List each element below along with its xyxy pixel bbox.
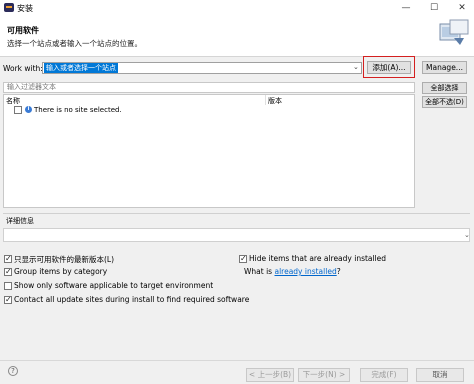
show-applicable-label[interactable]: Show only software applicable to target … xyxy=(14,281,213,290)
what-is-prefix: What is xyxy=(244,267,273,276)
group-by-category-checkbox[interactable] xyxy=(4,267,12,276)
already-installed-link[interactable]: already installed xyxy=(274,267,336,276)
footer-divider xyxy=(0,360,474,361)
group-by-category-label[interactable]: Group items by category xyxy=(14,267,107,276)
details-label: 详细信息 xyxy=(6,217,34,225)
filter-input[interactable]: 输入过滤器文本 xyxy=(3,82,415,93)
what-is-suffix: ? xyxy=(336,267,341,276)
table-row-label[interactable]: There is no site selected. xyxy=(34,106,122,114)
close-button[interactable]: ✕ xyxy=(452,1,472,15)
info-icon: i xyxy=(25,106,32,113)
show-latest-checkbox[interactable] xyxy=(4,254,12,263)
details-text-area[interactable] xyxy=(3,228,470,242)
eclipse-app-icon xyxy=(4,3,14,12)
install-wizard-icon xyxy=(439,19,469,45)
help-icon[interactable]: ? xyxy=(8,366,18,376)
select-all-button[interactable]: 全部选择 xyxy=(422,82,467,94)
page-title: 可用软件 xyxy=(7,26,39,35)
minimize-button[interactable]: — xyxy=(396,1,416,15)
finish-button[interactable]: 完成(F) xyxy=(360,368,408,382)
next-button[interactable]: 下一步(N) > xyxy=(298,368,350,382)
highlight-box xyxy=(363,56,415,78)
what-is-installed-text: What is already installed? xyxy=(244,267,341,276)
contact-sites-label[interactable]: Contact all update sites during install … xyxy=(14,295,249,304)
page-description: 选择一个站点或者输入一个站点的位置。 xyxy=(7,39,142,48)
show-latest-label[interactable]: 只显示可用软件的最新版本(L) xyxy=(14,254,114,265)
row-checkbox[interactable] xyxy=(14,106,22,114)
cancel-button[interactable]: 取消 xyxy=(416,368,464,382)
back-button[interactable]: < 上一步(B) xyxy=(246,368,294,382)
window-title: 安装 xyxy=(17,4,33,13)
manage-button[interactable]: Manage... xyxy=(422,61,467,74)
column-header-version[interactable]: 版本 xyxy=(268,96,282,106)
column-header-name[interactable]: 名称 xyxy=(6,96,20,106)
show-applicable-checkbox[interactable] xyxy=(4,282,12,290)
details-divider xyxy=(3,213,470,214)
scroll-down-icon[interactable]: ⌄ xyxy=(464,231,470,239)
maximize-button[interactable]: ☐ xyxy=(424,1,444,15)
deselect-all-button[interactable]: 全部不选(D) xyxy=(422,96,467,108)
site-combo-value[interactable]: 输入或者选择一个站点 xyxy=(44,63,118,73)
work-with-label: Work with: xyxy=(3,64,43,73)
contact-sites-checkbox[interactable] xyxy=(4,295,12,304)
chevron-down-icon[interactable]: ⌄ xyxy=(353,63,359,71)
hide-installed-checkbox[interactable] xyxy=(239,254,247,263)
column-divider xyxy=(265,95,266,105)
hide-installed-label[interactable]: Hide items that are already installed xyxy=(249,254,386,263)
